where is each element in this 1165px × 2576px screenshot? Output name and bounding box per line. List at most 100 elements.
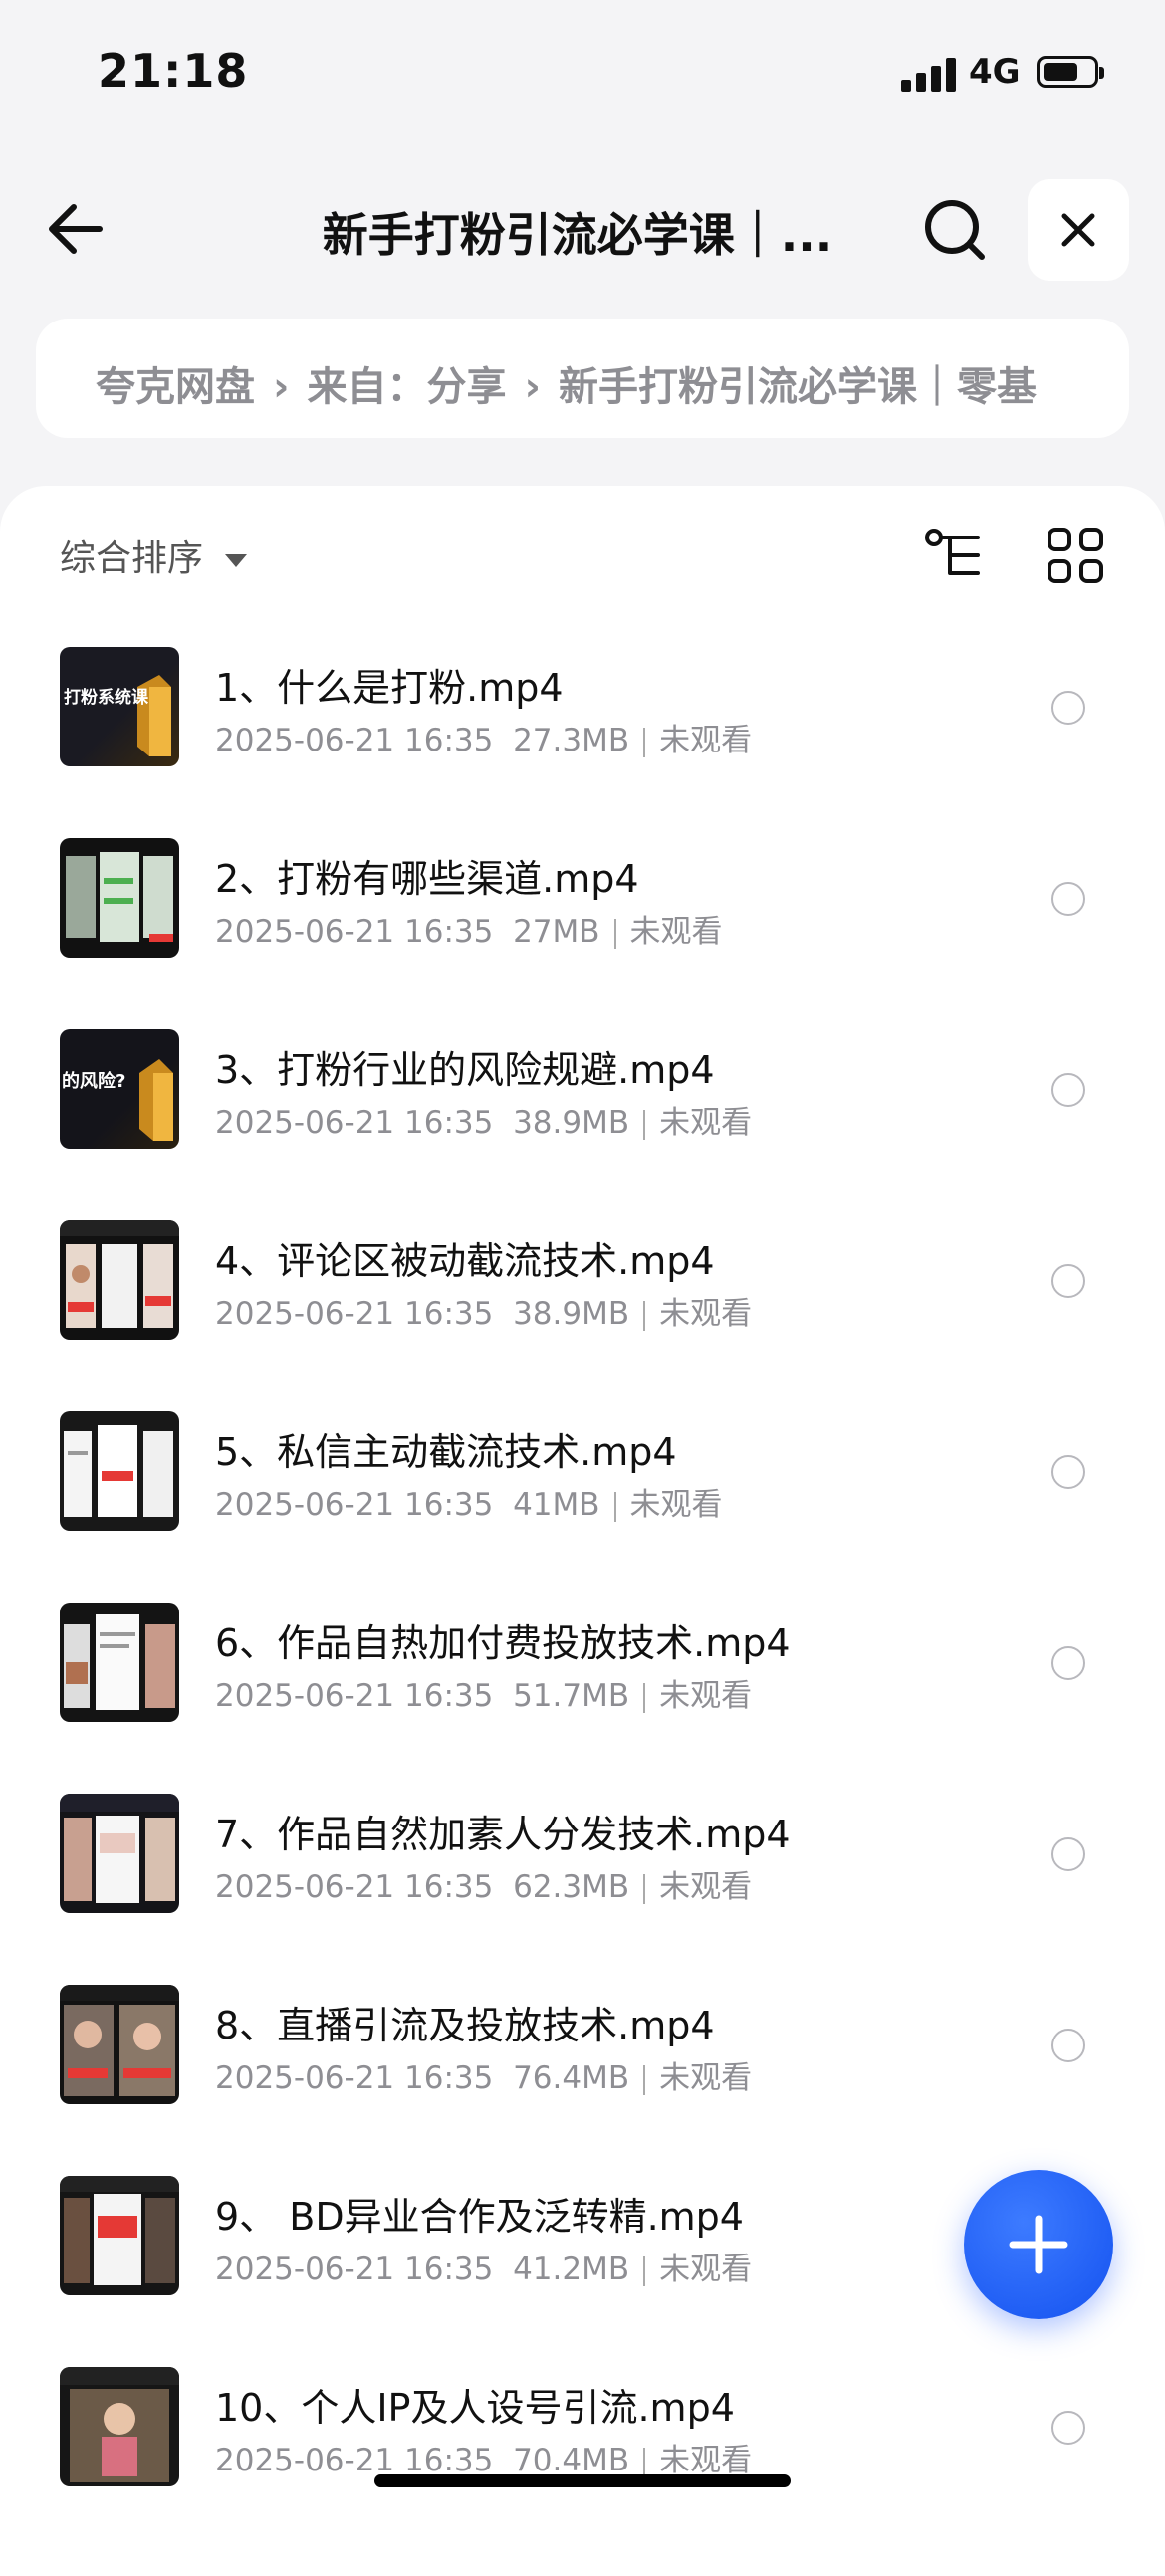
close-icon (1061, 213, 1095, 247)
select-radio[interactable] (1051, 2029, 1085, 2062)
file-meta: 2025-06-21 16:35 62.3MB 未观看 (215, 1861, 752, 1906)
search-button[interactable] (916, 191, 996, 271)
file-row[interactable]: 5、私信主动截流技术.mp4 2025-06-21 16:35 41MB 未观看 (0, 1399, 1165, 1591)
file-row[interactable]: 10、个人IP及人设号引流.mp4 2025-06-21 16:35 70.4M… (0, 2355, 1165, 2546)
video-thumbnail (60, 1985, 179, 2104)
file-row[interactable]: 的风险? 3、打粉行业的风险规避.mp4 2025-06-21 16:35 38… (0, 1017, 1165, 1208)
file-meta: 2025-06-21 16:35 41MB 未观看 (215, 1479, 723, 1524)
file-date: 2025-06-21 16:35 (215, 723, 494, 758)
watch-status: 未观看 (659, 1678, 753, 1714)
file-name: 5、私信主动截流技术.mp4 (215, 1430, 677, 1474)
file-row[interactable]: 打粉系统课 1、什么是打粉.mp4 2025-06-21 16:35 27.3M… (0, 635, 1165, 826)
file-size: 51.7MB (513, 1678, 630, 1714)
tree-view-button[interactable] (922, 524, 986, 587)
file-size: 76.4MB (513, 2060, 630, 2096)
file-date: 2025-06-21 16:35 (215, 2060, 494, 2096)
watch-status: 未观看 (659, 1296, 753, 1332)
file-name: 1、什么是打粉.mp4 (215, 666, 564, 710)
watch-status: 未观看 (629, 914, 723, 950)
breadcrumb-item-share[interactable]: 来自：分享 (307, 364, 506, 410)
battery-icon (1037, 56, 1104, 88)
file-meta: 2025-06-21 16:35 27.3MB 未观看 (215, 715, 752, 759)
breadcrumb-item-root[interactable]: 夸克网盘 (96, 364, 255, 410)
file-meta: 2025-06-21 16:35 51.7MB 未观看 (215, 1670, 752, 1715)
select-radio[interactable] (1051, 882, 1085, 916)
select-radio[interactable] (1051, 691, 1085, 725)
watch-status: 未观看 (659, 1105, 753, 1141)
file-name: 9、 BD异业合作及泛转精.mp4 (215, 2195, 744, 2239)
add-button[interactable] (964, 2170, 1113, 2319)
file-name: 3、打粉行业的风险规避.mp4 (215, 1048, 715, 1092)
select-radio[interactable] (1051, 1455, 1085, 1489)
select-radio[interactable] (1051, 1073, 1085, 1107)
file-date: 2025-06-21 16:35 (215, 1487, 494, 1523)
video-thumbnail (60, 1603, 179, 1722)
file-name: 10、个人IP及人设号引流.mp4 (215, 2386, 735, 2430)
plus-icon (1009, 2215, 1068, 2274)
file-name: 4、评论区被动截流技术.mp4 (215, 1239, 715, 1283)
file-name: 7、作品自然加素人分发技术.mp4 (215, 1813, 791, 1856)
watch-status: 未观看 (659, 2060, 753, 2096)
file-meta: 2025-06-21 16:35 41.2MB 未观看 (215, 2244, 752, 2288)
file-date: 2025-06-21 16:35 (215, 1678, 494, 1714)
file-name: 6、作品自热加付费投放技术.mp4 (215, 1621, 791, 1665)
file-size: 62.3MB (513, 1869, 630, 1905)
video-thumbnail (60, 1411, 179, 1531)
file-row[interactable]: 2、打粉有哪些渠道.mp4 2025-06-21 16:35 27MB 未观看 (0, 826, 1165, 1017)
file-size: 27MB (513, 914, 600, 950)
file-date: 2025-06-21 16:35 (215, 2252, 494, 2287)
select-radio[interactable] (1051, 2411, 1085, 2445)
grid-view-button[interactable] (1044, 524, 1107, 587)
back-arrow-icon (49, 204, 103, 254)
file-date: 2025-06-21 16:35 (215, 1296, 494, 1332)
file-row[interactable]: 6、作品自热加付费投放技术.mp4 2025-06-21 16:35 51.7M… (0, 1591, 1165, 1782)
watch-status: 未观看 (659, 2443, 753, 2478)
video-thumbnail (60, 2176, 179, 2295)
file-name: 2、打粉有哪些渠道.mp4 (215, 857, 639, 901)
breadcrumb: 夸克网盘 › 来自：分享 › 新手打粉引流必学课｜零基 (36, 319, 1129, 438)
select-radio[interactable] (1051, 1837, 1085, 1871)
breadcrumb-item-folder[interactable]: 新手打粉引流必学课｜零基 (559, 364, 1037, 410)
file-meta: 2025-06-21 16:35 38.9MB 未观看 (215, 1288, 752, 1333)
file-date: 2025-06-21 16:35 (215, 914, 494, 950)
home-indicator[interactable] (374, 2474, 791, 2487)
file-date: 2025-06-21 16:35 (215, 2443, 494, 2478)
file-size: 70.4MB (513, 2443, 630, 2478)
file-size: 27.3MB (513, 723, 630, 758)
back-button[interactable] (40, 189, 119, 269)
video-thumbnail: 打粉系统课 (60, 647, 179, 766)
file-meta: 2025-06-21 16:35 38.9MB 未观看 (215, 1097, 752, 1142)
file-size: 38.9MB (513, 1296, 630, 1332)
page-title: 新手打粉引流必学课｜... (322, 208, 833, 262)
sort-dropdown[interactable]: 综合排序 (60, 530, 248, 581)
video-thumbnail: 的风险? (60, 1029, 179, 1149)
file-meta: 2025-06-21 16:35 70.4MB 未观看 (215, 2435, 752, 2479)
file-size: 41MB (513, 1487, 600, 1523)
tree-icon (925, 529, 980, 575)
select-radio[interactable] (1051, 1646, 1085, 1680)
watch-status: 未观看 (629, 1487, 723, 1523)
select-radio[interactable] (1051, 1264, 1085, 1298)
status-bar: 21:18 4G (0, 0, 1165, 149)
file-size: 41.2MB (513, 2252, 630, 2287)
file-row[interactable]: 7、作品自然加素人分发技术.mp4 2025-06-21 16:35 62.3M… (0, 1782, 1165, 1973)
watch-status: 未观看 (659, 723, 753, 758)
network-label: 4G (969, 52, 1021, 92)
file-size: 38.9MB (513, 1105, 630, 1141)
watch-status: 未观看 (659, 1869, 753, 1905)
file-date: 2025-06-21 16:35 (215, 1869, 494, 1905)
file-row[interactable]: 4、评论区被动截流技术.mp4 2025-06-21 16:35 38.9MB 未… (0, 1208, 1165, 1399)
file-name: 8、直播引流及投放技术.mp4 (215, 2004, 715, 2047)
video-thumbnail (60, 1220, 179, 1340)
grid-icon (1048, 528, 1103, 583)
close-button[interactable] (1028, 179, 1129, 281)
sort-label: 综合排序 (60, 538, 204, 579)
file-date: 2025-06-21 16:35 (215, 1105, 494, 1141)
chevron-right-icon: › (273, 364, 290, 410)
search-icon (925, 200, 985, 260)
file-meta: 2025-06-21 16:35 76.4MB 未观看 (215, 2052, 752, 2097)
caret-down-icon (225, 553, 248, 567)
file-row[interactable]: 8、直播引流及投放技术.mp4 2025-06-21 16:35 76.4MB 未… (0, 1973, 1165, 2164)
video-thumbnail (60, 2367, 179, 2486)
file-meta: 2025-06-21 16:35 27MB 未观看 (215, 906, 723, 951)
